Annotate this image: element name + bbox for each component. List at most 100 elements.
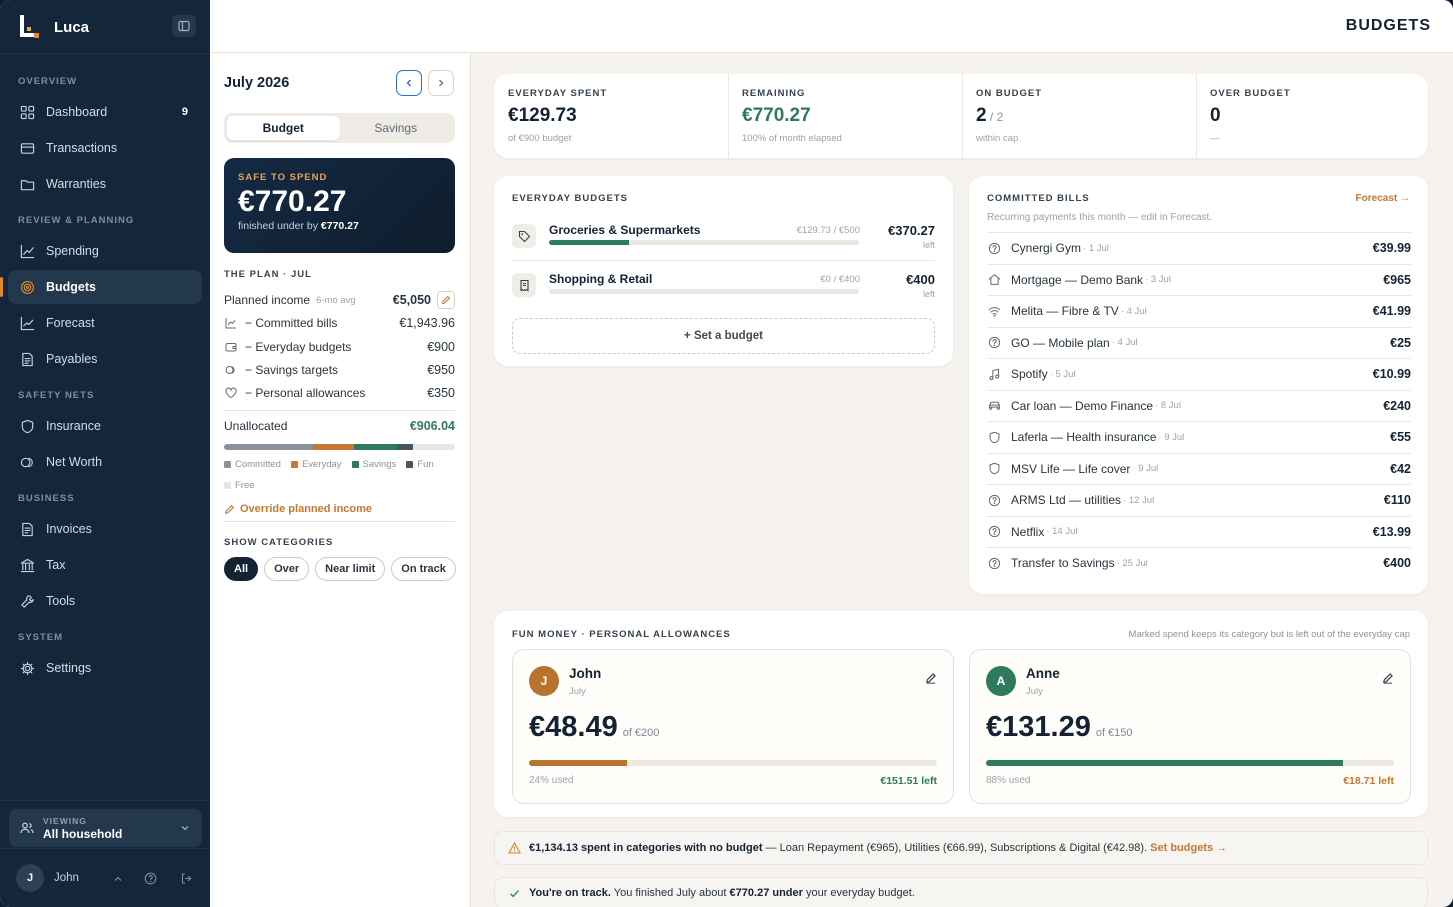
user-row: J John xyxy=(0,848,210,907)
next-month-button[interactable] xyxy=(428,70,454,96)
bill-row[interactable]: ARMS Ltd — utilities · 12 Jul €110 xyxy=(987,484,1411,515)
budget-savings-toggle: Budget Savings xyxy=(224,113,455,143)
sidebar-item-transactions[interactable]: Transactions xyxy=(8,131,202,165)
forecast-link[interactable]: Forecast → xyxy=(1356,193,1410,204)
collapse-sidebar-button[interactable] xyxy=(172,15,196,37)
bill-row[interactable]: Netflix · 14 Jul €13.99 xyxy=(987,515,1411,547)
bill-row[interactable]: Cynergi Gym · 1 Jul €39.99 xyxy=(987,232,1411,263)
viewing-value: All household xyxy=(43,826,123,841)
nav-section-label: OVERVIEW xyxy=(18,76,78,87)
nav-section-label: SYSTEM xyxy=(18,632,64,643)
logout-icon[interactable] xyxy=(180,872,193,885)
allocation-segment-everyday xyxy=(312,444,355,450)
kpi-value: 2 xyxy=(976,105,987,126)
brand[interactable]: Luca xyxy=(18,14,89,40)
sidebar-item-warranties[interactable]: Warranties xyxy=(8,167,202,201)
sidebar-item-spending[interactable]: Spending xyxy=(8,234,202,268)
shield-icon xyxy=(989,462,999,475)
shield-icon xyxy=(21,419,33,433)
help-icon[interactable] xyxy=(144,872,157,885)
allowance-spent: €48.49 xyxy=(529,711,618,743)
sidebar-item-label: Warranties xyxy=(46,177,106,191)
allocation-legend-2: Free xyxy=(224,480,255,491)
override-income-link[interactable]: Override planned income xyxy=(224,503,372,515)
kpi-divider xyxy=(728,74,729,158)
sidebar-item-budgets[interactable]: Budgets xyxy=(0,270,202,304)
kpi-value: €129.73 xyxy=(508,105,577,126)
sidebar-item-net-worth[interactable]: Net Worth xyxy=(8,445,202,479)
bill-row[interactable]: Transfer to Savings · 25 Jul €400 xyxy=(987,547,1411,578)
unallocated-row: Unallocated €906.04 xyxy=(224,419,455,433)
bills-subtitle: Recurring payments this month — edit in … xyxy=(987,212,1213,223)
allocation-legend: Committed Everyday Savings Fun xyxy=(224,459,434,470)
budget-divider xyxy=(512,260,935,261)
sidebar-item-payables[interactable]: Payables xyxy=(8,342,202,376)
safe-to-spend-sub: finished under by €770.27 xyxy=(238,220,359,232)
chevron-up-icon[interactable] xyxy=(113,874,123,884)
bill-row[interactable]: Car loan — Demo Finance · 8 Jul €240 xyxy=(987,389,1411,421)
chart-line-icon xyxy=(20,244,34,258)
allowance-spent: €131.29 xyxy=(986,711,1091,743)
allowance-progress-fill xyxy=(986,760,1343,766)
budget-progress-track xyxy=(549,240,859,245)
sidebar-item-label: Budgets xyxy=(46,280,96,294)
kpi-everyday-spent: EVERYDAY SPENT €129.73 of €900 budget xyxy=(508,88,608,144)
users-icon xyxy=(20,822,34,834)
sidebar-item-tools[interactable]: Tools xyxy=(8,584,202,618)
set-budget-button[interactable]: + Set a budget xyxy=(512,318,935,354)
tab-savings[interactable]: Savings xyxy=(340,116,453,140)
set-budgets-link[interactable]: Set budgets → xyxy=(1150,842,1227,854)
filter-over[interactable]: Over xyxy=(264,557,310,581)
plan-panel: July 2026 Budget Savings SAFE TO SPEND €… xyxy=(210,53,471,907)
viewing-label: VIEWING xyxy=(43,815,87,826)
fun-money-card: FUN MONEY · PERSONAL ALLOWANCES Marked s… xyxy=(494,611,1428,817)
page-title: BUDGETS xyxy=(1345,17,1431,34)
bill-row[interactable]: Laferla — Health insurance · 9 Jul €55 xyxy=(987,421,1411,452)
everyday-budgets-card: EVERYDAY BUDGETS Groceries & Supermarket… xyxy=(494,176,953,366)
budget-row-shopping[interactable]: Shopping & Retail €0 / €400 €400 left xyxy=(512,267,935,312)
document-icon xyxy=(21,352,33,366)
sidebar-item-label: Tax xyxy=(46,558,66,572)
sidebar-item-label: Invoices xyxy=(46,522,92,536)
sidebar-item-dashboard[interactable]: Dashboard 9 xyxy=(8,95,202,129)
committed-bills-heading: COMMITTED BILLS xyxy=(987,193,1090,204)
pencil-icon[interactable] xyxy=(1382,672,1394,684)
grid-icon xyxy=(20,105,34,119)
bill-row[interactable]: GO — Mobile plan · 4 Jul €25 xyxy=(987,326,1411,358)
sidebar-item-insurance[interactable]: Insurance xyxy=(8,409,202,443)
shield-icon xyxy=(989,431,999,443)
music-icon xyxy=(989,368,999,380)
wifi-icon xyxy=(988,306,1000,317)
fun-money-heading: FUN MONEY · PERSONAL ALLOWANCES xyxy=(512,629,731,640)
prev-month-button[interactable] xyxy=(396,70,422,96)
bill-row[interactable]: Mortgage — Demo Bank · 3 Jul €965 xyxy=(987,263,1411,295)
sidebar-item-settings[interactable]: Settings xyxy=(8,651,202,685)
budget-row-groceries[interactable]: Groceries & Supermarkets €129.73 / €500 … xyxy=(512,218,935,263)
viewing-selector[interactable]: VIEWING All household xyxy=(9,809,202,847)
filter-on-track[interactable]: On track xyxy=(391,557,456,581)
on-track-banner: You're on track. You finished July about… xyxy=(494,877,1428,907)
sidebar-item-label: Transactions xyxy=(46,141,118,155)
sidebar-item-invoices[interactable]: Invoices xyxy=(8,512,202,546)
allocation-bar xyxy=(224,444,455,450)
tag-icon xyxy=(512,224,536,248)
bill-row[interactable]: Spotify · 5 Jul €10.99 xyxy=(987,358,1411,389)
sidebar-item-tax[interactable]: Tax xyxy=(8,548,202,582)
month-label: July 2026 xyxy=(224,75,290,91)
bill-row[interactable]: MSV Life — Life cover · 9 Jul €42 xyxy=(987,452,1411,484)
heart-icon xyxy=(224,386,238,400)
help-circle-icon xyxy=(988,494,1000,506)
filter-near-limit[interactable]: Near limit xyxy=(315,557,386,581)
bill-row[interactable]: Melita — Fibre & TV · 4 Jul €41.99 xyxy=(987,295,1411,326)
plan-divider xyxy=(224,410,455,411)
tab-budget[interactable]: Budget xyxy=(227,116,340,140)
kpi-divider xyxy=(1196,74,1197,158)
receipt-icon xyxy=(512,273,536,297)
luca-logo xyxy=(18,15,40,39)
app-name: Luca xyxy=(54,18,90,36)
user-avatar[interactable]: J xyxy=(16,864,44,892)
sidebar-item-forecast[interactable]: Forecast xyxy=(8,306,202,340)
filter-all[interactable]: All xyxy=(224,557,259,581)
edit-income-button[interactable] xyxy=(437,291,455,309)
pencil-icon[interactable] xyxy=(925,672,937,684)
